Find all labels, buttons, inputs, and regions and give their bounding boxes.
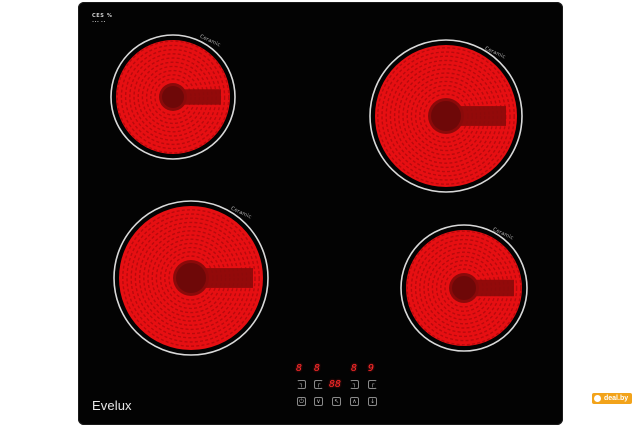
zone-select-button-2[interactable]: ┌	[314, 380, 323, 389]
lock-button[interactable]: ↖	[332, 397, 341, 406]
watermark-badge: deal.by	[592, 393, 633, 404]
cooking-zone-rear-right	[367, 37, 525, 195]
timer-display: 88	[329, 379, 342, 390]
plus-button[interactable]: ∧	[350, 397, 359, 406]
certification-logo-line2: ••• ••	[92, 20, 106, 24]
zone-center-core	[162, 86, 184, 108]
minus-button[interactable]: ∨	[314, 397, 323, 406]
zone-select-button-1[interactable]: ┐	[297, 380, 306, 389]
certification-logo-line1: CES %	[92, 13, 113, 19]
zone-center-core	[431, 101, 461, 131]
brand-logo: Evelux	[92, 398, 132, 413]
certification-logo: CES % ••• ••	[92, 13, 112, 24]
power-button[interactable]: ⏻	[297, 397, 306, 406]
zone-select-button-3[interactable]: ┐	[350, 380, 359, 389]
cooking-zone-rear-left	[108, 32, 238, 162]
zone-center-core	[176, 263, 206, 293]
power-display-3: 8	[351, 363, 358, 374]
zone-select-button-4[interactable]: ┌	[368, 380, 377, 389]
power-display-2: 8	[314, 363, 321, 374]
cooking-zone-front-right	[398, 222, 530, 354]
power-display-4: 9	[368, 363, 375, 374]
cooking-zone-front-left	[111, 198, 271, 358]
timer-button[interactable]: ↓	[368, 397, 377, 406]
power-display-1: 8	[296, 363, 303, 374]
zone-center-core	[452, 276, 476, 300]
